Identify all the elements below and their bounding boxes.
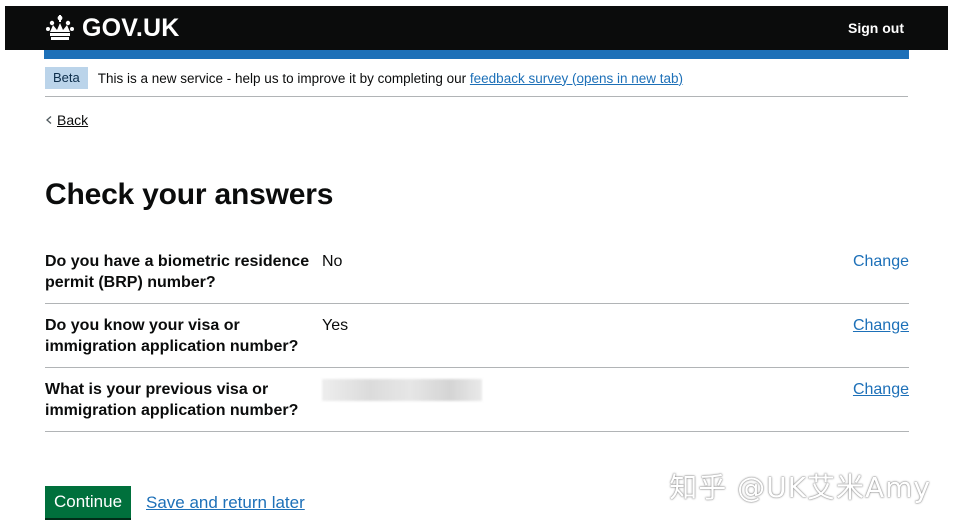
summary-row: What is your previous visa or immigratio… [45, 368, 909, 432]
feedback-survey-link[interactable]: feedback survey (opens in new tab) [470, 71, 683, 86]
summary-value: No [322, 253, 343, 270]
summary-key: Do you have a biometric residence permit… [45, 253, 310, 291]
change-link[interactable]: Change [853, 379, 909, 400]
beta-tag: Beta [45, 67, 88, 89]
phase-banner: Beta This is a new service - help us to … [45, 60, 908, 97]
save-and-return-later-link[interactable]: Save and return later [146, 493, 305, 513]
page-title: Check your answers [45, 178, 334, 211]
watermark: 知乎 @UK艾米Amy [669, 471, 931, 504]
phase-banner-message: This is a new service - help us to impro… [97, 70, 470, 86]
govuk-logo[interactable]: GOV.UK [45, 14, 180, 42]
crown-icon [46, 15, 74, 40]
logo-text: GOV.UK [82, 14, 180, 42]
summary-key: Do you know your visa or immigration app… [45, 317, 299, 355]
summary-key: What is your previous visa or immigratio… [45, 381, 299, 419]
chevron-left-icon [46, 116, 52, 124]
header-blue-bar [44, 50, 909, 59]
change-link[interactable]: Change [853, 251, 909, 272]
change-link[interactable]: Change [853, 315, 909, 336]
redaction-blur [322, 379, 482, 401]
sign-out-link[interactable]: Sign out [848, 20, 904, 36]
summary-row: Do you know your visa or immigration app… [45, 304, 909, 368]
continue-button[interactable]: Continue [45, 486, 131, 518]
back-link[interactable]: Back [57, 112, 88, 128]
summary-row: Do you have a biometric residence permit… [45, 240, 909, 304]
phase-banner-text: This is a new service - help us to impro… [98, 71, 683, 86]
summary-value: Yes [322, 317, 349, 334]
site-header: GOV.UK Sign out [5, 6, 948, 50]
back-link-container: Back [45, 112, 88, 128]
summary-list: Do you have a biometric residence permit… [45, 240, 909, 432]
redacted-value [322, 379, 482, 407]
